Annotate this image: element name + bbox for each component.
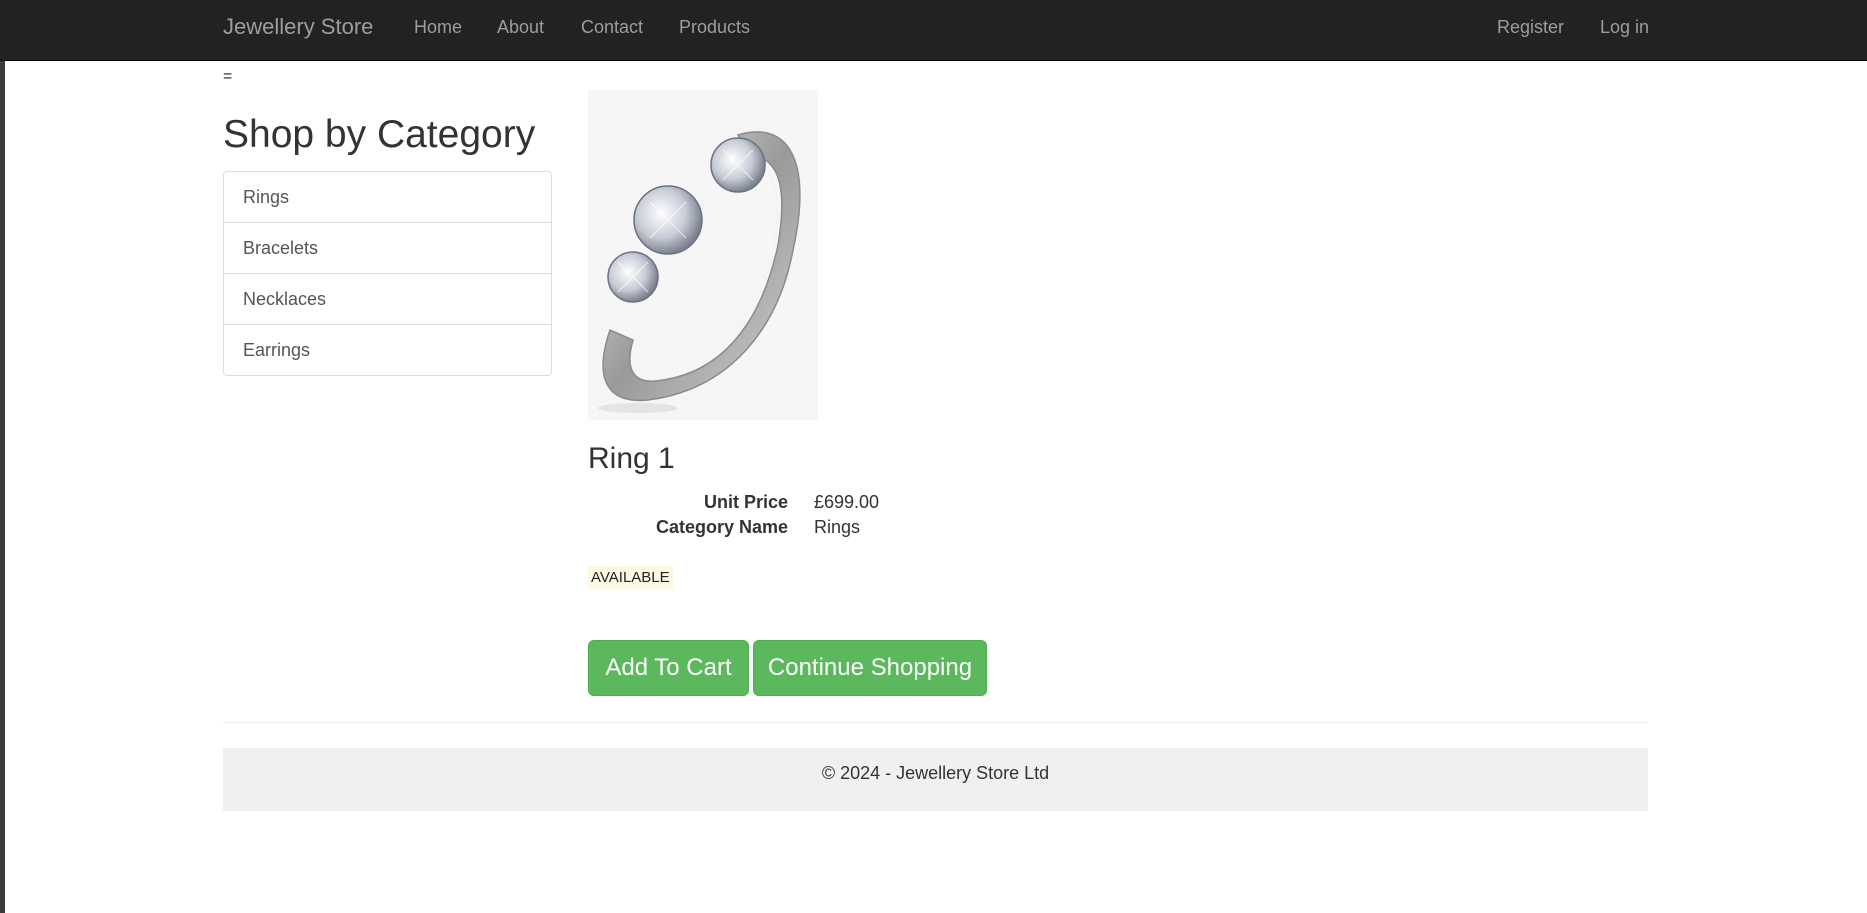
product-name: Ring 1	[588, 442, 675, 475]
nav-about[interactable]: About	[497, 17, 544, 38]
category-item-necklaces[interactable]: Necklaces	[224, 273, 551, 324]
category-item-rings[interactable]: Rings	[224, 172, 551, 222]
availability-badge: AVAILABLE	[588, 566, 673, 589]
unit-price-label: Unit Price	[703, 492, 788, 512]
add-to-cart-button[interactable]: Add To Cart	[588, 640, 749, 696]
category-item-earrings[interactable]: Earrings	[224, 324, 551, 375]
nav-login[interactable]: Log in	[1600, 17, 1649, 38]
divider	[223, 722, 1648, 723]
top-navbar: Jewellery Store Home About Contact Produ…	[0, 0, 1867, 61]
sidebar-title: Shop by Category	[223, 113, 536, 156]
stray-text: =	[223, 68, 233, 85]
category-name-value: Rings	[814, 517, 861, 537]
unit-price-value: £699.00	[814, 492, 880, 512]
nav-home[interactable]: Home	[414, 17, 462, 38]
footer: © 2024 - Jewellery Store Ltd	[223, 748, 1648, 811]
ring-image	[588, 90, 818, 420]
category-list: Rings Bracelets Necklaces Earrings	[223, 171, 552, 376]
ring-illustration	[598, 131, 801, 413]
nav-contact[interactable]: Contact	[581, 17, 643, 38]
category-name-label: Category Name	[655, 517, 788, 537]
continue-shopping-button[interactable]: Continue Shopping	[753, 640, 987, 696]
window-edge	[0, 0, 5, 913]
category-item-bracelets[interactable]: Bracelets	[224, 222, 551, 273]
footer-text: © 2024 - Jewellery Store Ltd	[821, 763, 1050, 783]
brand-link[interactable]: Jewellery Store	[223, 14, 373, 40]
nav-register[interactable]: Register	[1497, 17, 1564, 38]
nav-products[interactable]: Products	[679, 17, 750, 38]
